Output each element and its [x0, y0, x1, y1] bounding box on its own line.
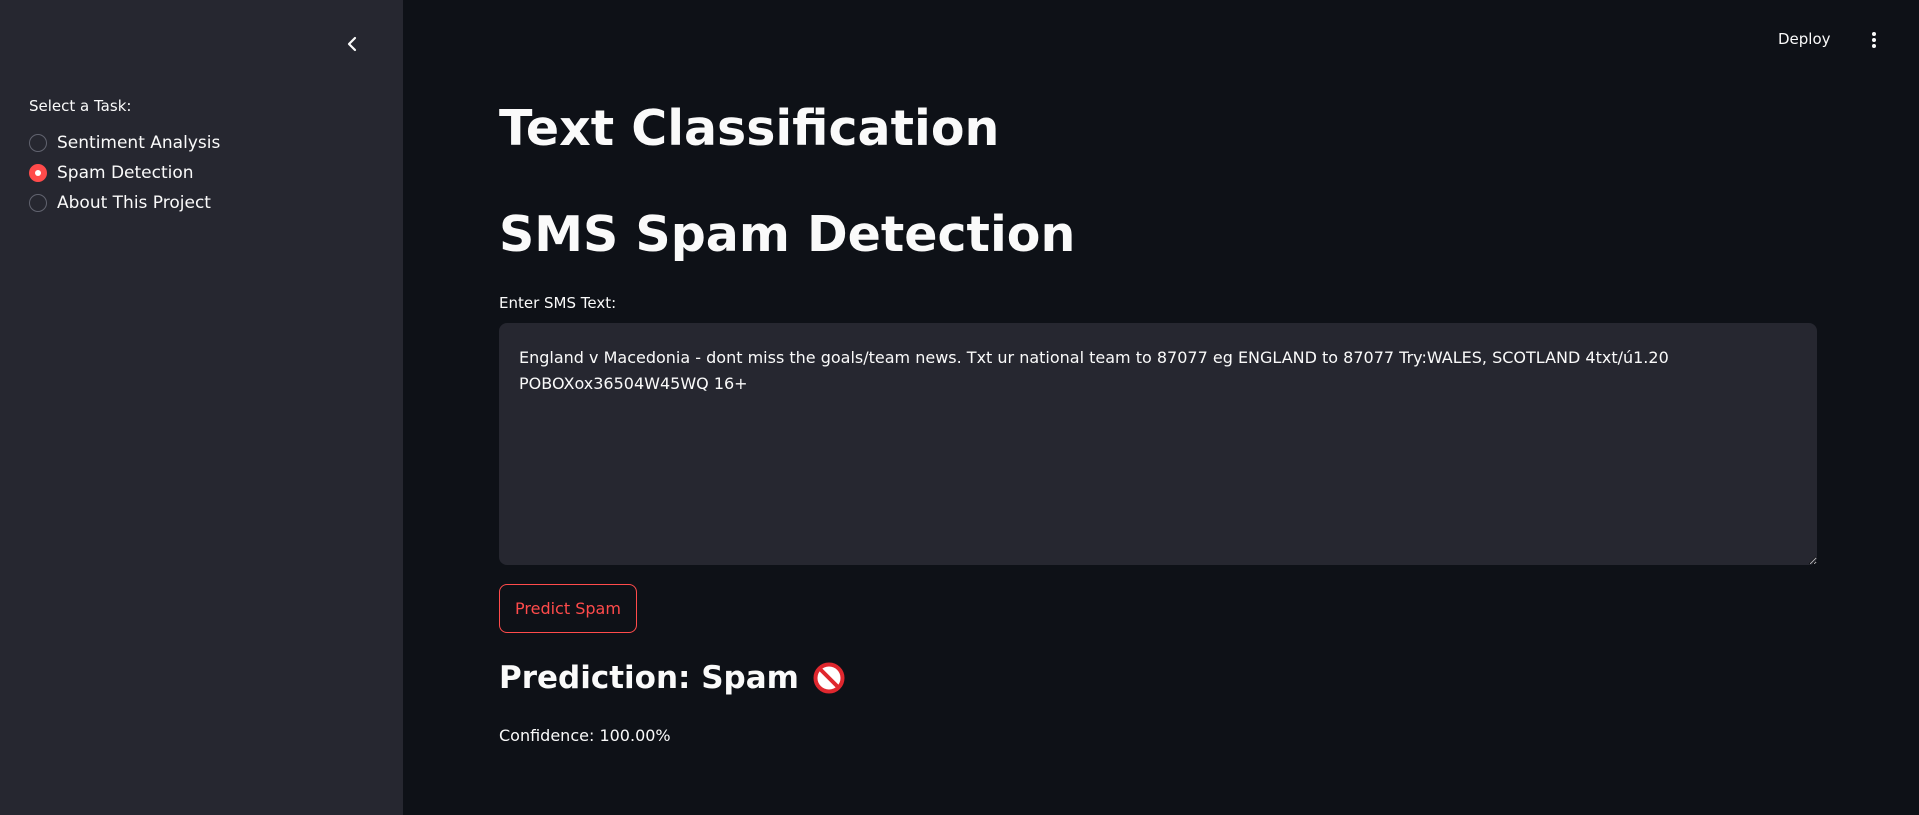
task-select-label: Select a Task:: [29, 97, 132, 115]
collapse-sidebar-button[interactable]: [338, 30, 366, 58]
predict-spam-button[interactable]: Predict Spam: [499, 584, 637, 633]
radio-button-selected[interactable]: [29, 164, 47, 182]
radio-button[interactable]: [29, 134, 47, 152]
radio-button[interactable]: [29, 194, 47, 212]
sms-text-label: Enter SMS Text:: [499, 294, 617, 312]
deploy-button[interactable]: Deploy: [1778, 30, 1831, 48]
task-option-label: About This Project: [57, 193, 211, 213]
section-title: SMS Spam Detection: [499, 206, 1076, 263]
no-entry-icon: [813, 662, 845, 694]
prediction-result: Prediction: Spam: [499, 660, 845, 696]
main-menu-button[interactable]: [1862, 28, 1886, 52]
task-option-about-this-project[interactable]: About This Project: [29, 188, 220, 218]
sms-text-input[interactable]: [499, 323, 1817, 565]
sidebar: Select a Task: Sentiment Analysis Spam D…: [0, 0, 403, 815]
confidence-text: Confidence: 100.00%: [499, 726, 671, 745]
vertical-ellipsis-icon: [1872, 32, 1876, 48]
task-option-label: Spam Detection: [57, 163, 194, 183]
prediction-text: Prediction: Spam: [499, 660, 799, 696]
chevron-left-icon: [347, 36, 357, 52]
page-title: Text Classification: [499, 100, 1000, 157]
task-radio-group: Sentiment Analysis Spam Detection About …: [29, 128, 220, 218]
task-option-label: Sentiment Analysis: [57, 133, 221, 153]
task-option-sentiment-analysis[interactable]: Sentiment Analysis: [29, 128, 220, 158]
task-option-spam-detection[interactable]: Spam Detection: [29, 158, 220, 188]
